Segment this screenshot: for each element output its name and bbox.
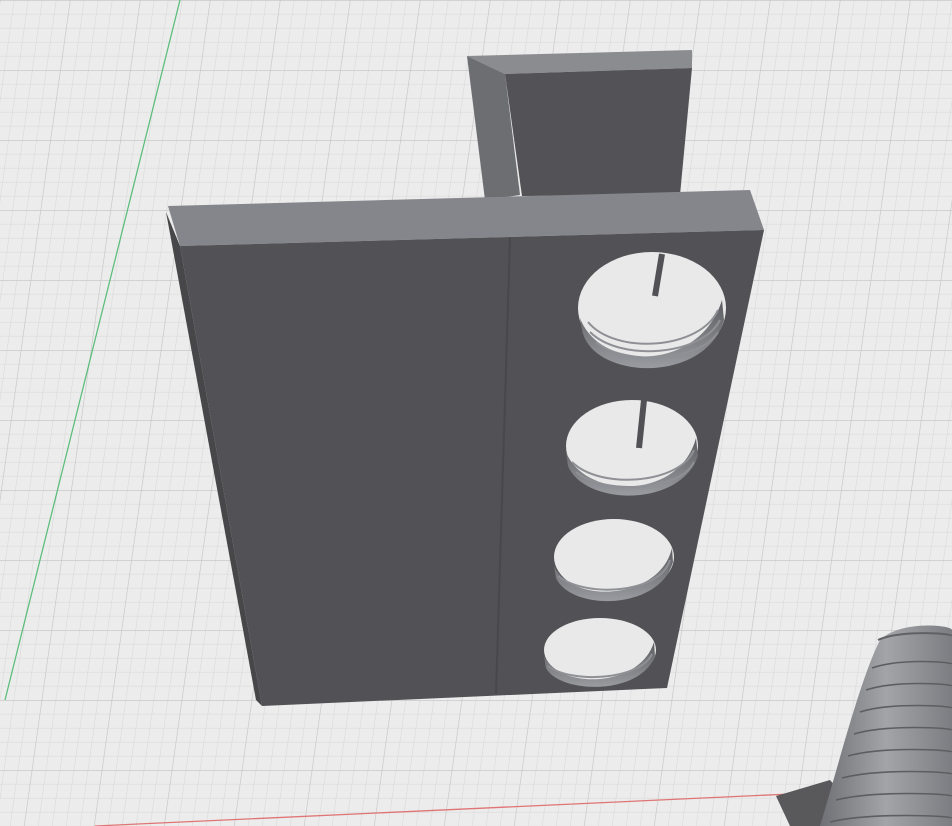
scene-canvas[interactable] xyxy=(0,0,952,826)
threaded-hole-2[interactable] xyxy=(566,399,698,496)
cad-3d-viewport[interactable] xyxy=(0,0,952,826)
rear-plate[interactable] xyxy=(467,50,692,200)
